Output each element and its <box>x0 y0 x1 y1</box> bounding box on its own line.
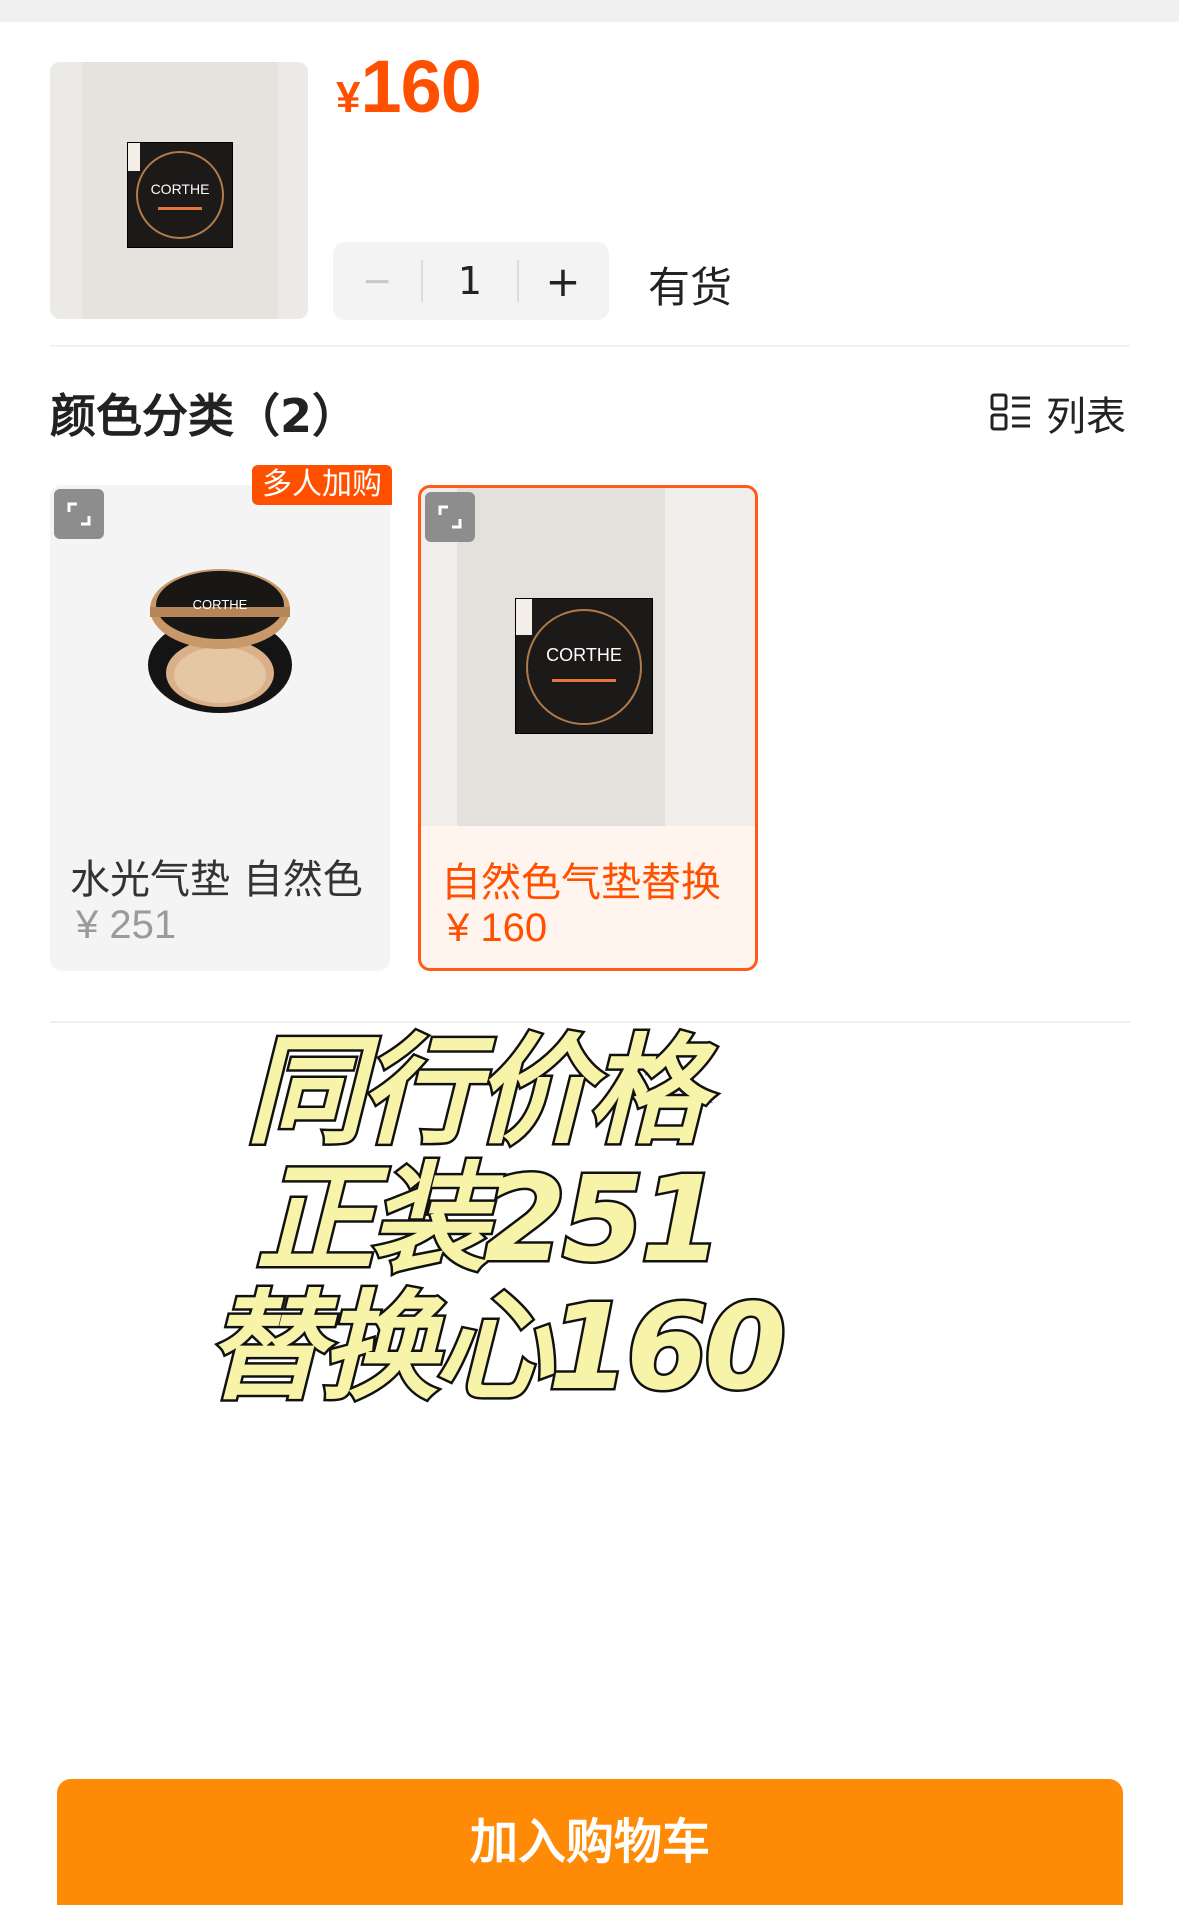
sku-selector-sheet: CORTHE ¥160 − 1 + 有货 颜色分类（2） 列表 多人加购 COR… <box>0 0 1179 1905</box>
compact-brand-text: CORTHE <box>193 597 248 612</box>
decrease-button[interactable]: − <box>333 261 421 302</box>
box-brand-text: CORTHE <box>150 181 210 197</box>
box-sub-line <box>552 679 616 682</box>
popular-badge: 多人加购 <box>252 465 392 505</box>
view-toggle-label: 列表 <box>1046 394 1126 440</box>
variant-name: 水光气垫 自然色 <box>70 857 363 903</box>
list-view-icon <box>990 393 1032 433</box>
price-currency: ¥ <box>336 73 361 122</box>
selected-price: ¥160 <box>336 44 482 129</box>
quantity-stepper: − 1 + <box>333 242 609 320</box>
price-value: 160 <box>360 45 481 128</box>
view-toggle-button[interactable]: 列表 <box>990 384 1126 442</box>
quantity-value[interactable]: 1 <box>421 260 519 302</box>
variant-option-full-size[interactable]: CORTHE 水光气垫 自然色 ¥ 251 <box>50 485 390 971</box>
box-sub-line <box>158 207 202 210</box>
cushion-box-image: CORTHE <box>515 598 653 734</box>
add-to-cart-button[interactable]: 加入购物车 <box>57 1779 1123 1905</box>
sheet-top-strip <box>0 0 1179 22</box>
variant-price: ¥ 251 <box>76 903 177 947</box>
box-corner-tag <box>128 143 140 171</box>
variant-price: ¥ 160 <box>447 906 548 950</box>
variant-name: 自然色气垫替换 <box>441 860 721 906</box>
divider <box>50 345 1130 347</box>
variant-section-title: 颜色分类（2） <box>50 389 359 443</box>
cushion-box-image: CORTHE <box>127 142 233 248</box>
overlay-line-3: 替换心160 <box>203 1276 788 1419</box>
box-brand-text: CORTHE <box>546 645 622 665</box>
expand-icon[interactable] <box>54 489 104 539</box>
product-thumbnail[interactable]: CORTHE <box>50 62 308 319</box>
box-ring <box>526 609 642 725</box>
variant-option-refill[interactable]: CORTHE 自然色气垫替换 ¥ 160 <box>418 485 758 971</box>
expand-icon[interactable] <box>425 492 475 542</box>
increase-button[interactable]: + <box>519 257 607 306</box>
stock-status: 有货 <box>648 263 733 312</box>
box-corner-tag <box>516 599 532 635</box>
